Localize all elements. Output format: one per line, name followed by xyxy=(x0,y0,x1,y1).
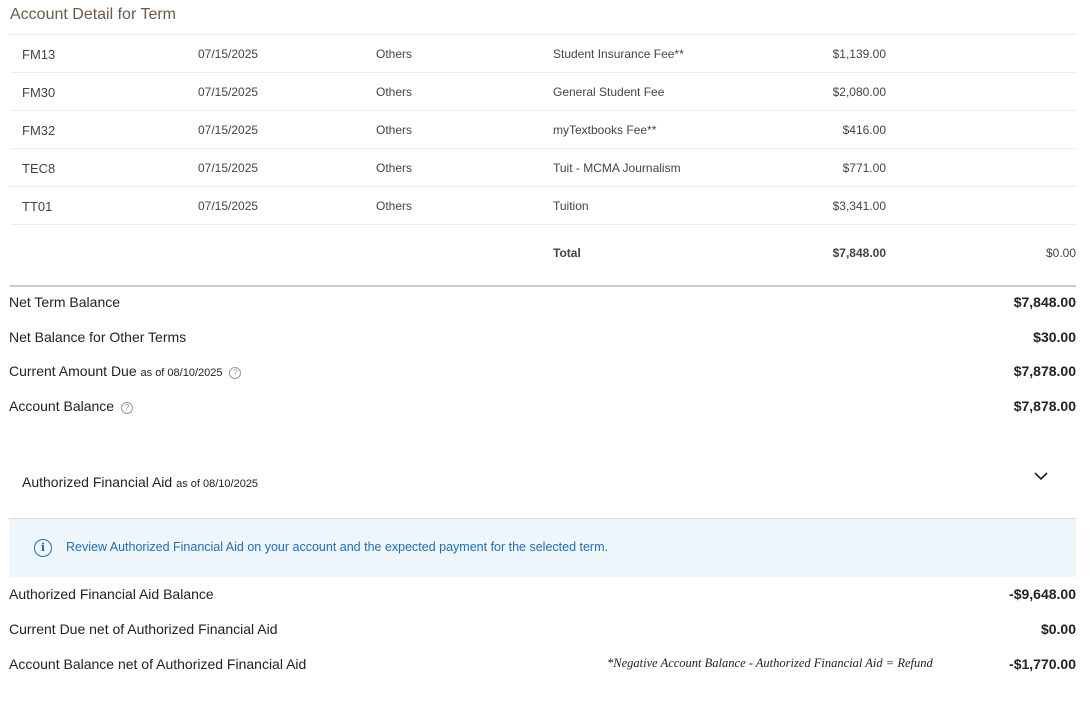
account-balance-net-value: -$1,770.00 xyxy=(1009,656,1076,672)
financial-aid-header: Authorized Financial Aid as of 08/10/202… xyxy=(22,474,258,490)
aid-balance-row: Authorized Financial Aid Balance -$9,648… xyxy=(9,584,1076,606)
refund-note: *Negative Account Balance - Authorized F… xyxy=(607,656,933,670)
account-balance-net-label: Account Balance net of Authorized Financ… xyxy=(9,656,307,672)
row-code: TEC8 xyxy=(22,161,56,176)
info-banner: i Review Authorized Financial Aid on you… xyxy=(9,519,1076,577)
row-date: 07/15/2025 xyxy=(198,161,259,175)
current-due-label: Current Amount Due xyxy=(9,363,137,379)
row-description: General Student Fee xyxy=(553,85,665,99)
row-date: 07/15/2025 xyxy=(198,85,259,99)
question-circle-icon[interactable]: ? xyxy=(120,402,133,414)
row-date: 07/15/2025 xyxy=(198,199,259,213)
row-description: Student Insurance Fee** xyxy=(553,47,684,61)
info-circle-icon: i xyxy=(34,539,52,557)
current-due-net-value: $0.00 xyxy=(1040,621,1076,637)
table-row: FM32 07/15/2025 Others myTextbooks Fee**… xyxy=(10,111,1076,149)
net-other-terms-row: Net Balance for Other Terms $30.00 xyxy=(9,327,1076,349)
row-description: Tuit - MCMA Journalism xyxy=(553,161,681,175)
account-balance-label-group: Account Balance ? xyxy=(9,398,133,414)
row-code: FM30 xyxy=(22,85,56,100)
account-balance-label: Account Balance xyxy=(9,398,115,414)
row-description: myTextbooks Fee** xyxy=(553,123,657,137)
net-term-balance-label: Net Term Balance xyxy=(9,294,121,310)
total-row: Total $7,848.00 $0.00 xyxy=(10,225,1076,287)
table-row: TT01 07/15/2025 Others Tuition $3,341.00 xyxy=(10,187,1076,225)
row-amount: $416.00 xyxy=(842,123,886,137)
financial-aid-accordion[interactable]: Authorized Financial Aid as of 08/10/202… xyxy=(9,455,1076,519)
current-due-label-group: Current Amount Due as of 08/10/2025 ? xyxy=(9,363,242,379)
row-date: 07/15/2025 xyxy=(198,47,259,61)
row-date: 07/15/2025 xyxy=(198,123,259,137)
aid-balance-label: Authorized Financial Aid Balance xyxy=(9,586,214,602)
financial-aid-header-label: Authorized Financial Aid xyxy=(22,474,173,490)
net-term-balance-value: $7,848.00 xyxy=(1013,294,1076,310)
net-other-terms-label: Net Balance for Other Terms xyxy=(9,329,187,345)
net-term-balance-row: Net Term Balance $7,848.00 xyxy=(9,292,1076,314)
total-amount: $7,848.00 xyxy=(832,246,886,260)
total-paid: $0.00 xyxy=(1045,246,1076,260)
section-title: Account Detail for Term xyxy=(10,6,176,23)
row-type: Others xyxy=(376,85,413,99)
aid-balance-value: -$9,648.00 xyxy=(1009,586,1076,602)
account-balance-value: $7,878.00 xyxy=(1013,398,1076,414)
total-label: Total xyxy=(553,246,581,260)
row-amount: $3,341.00 xyxy=(832,199,886,213)
charges-table: FM13 07/15/2025 Others Student Insurance… xyxy=(10,34,1076,287)
account-detail-page: Account Detail for Term FM13 07/15/2025 … xyxy=(0,0,1092,702)
current-due-row: Current Amount Due as of 08/10/2025 ? $7… xyxy=(9,361,1076,383)
row-amount: $771.00 xyxy=(842,161,886,175)
financial-aid-as-of: as of 08/10/2025 xyxy=(176,478,259,490)
table-row: FM13 07/15/2025 Others Student Insurance… xyxy=(10,35,1076,73)
row-type: Others xyxy=(376,123,413,137)
account-balance-row: Account Balance ? $7,878.00 xyxy=(9,396,1076,418)
current-due-net-row: Current Due net of Authorized Financial … xyxy=(9,619,1076,641)
row-type: Others xyxy=(376,47,413,61)
info-text: Review Authorized Financial Aid on your … xyxy=(66,540,608,554)
row-amount: $2,080.00 xyxy=(832,85,886,99)
row-type: Others xyxy=(376,161,413,175)
current-due-value: $7,878.00 xyxy=(1013,363,1076,379)
account-balance-net-row: Account Balance net of Authorized Financ… xyxy=(9,654,1076,676)
row-description: Tuition xyxy=(553,199,589,213)
question-circle-icon[interactable]: ? xyxy=(229,367,242,379)
current-due-as-of: as of 08/10/2025 xyxy=(140,367,223,379)
table-row: FM30 07/15/2025 Others General Student F… xyxy=(10,73,1076,111)
chevron-down-icon[interactable] xyxy=(1034,469,1048,483)
row-code: FM13 xyxy=(22,47,56,62)
row-code: FM32 xyxy=(22,123,56,138)
net-other-terms-value: $30.00 xyxy=(1033,329,1076,345)
row-code: TT01 xyxy=(22,199,53,214)
row-amount: $1,139.00 xyxy=(832,47,886,61)
current-due-net-label: Current Due net of Authorized Financial … xyxy=(9,621,278,637)
row-type: Others xyxy=(376,199,413,213)
table-row: TEC8 07/15/2025 Others Tuit - MCMA Journ… xyxy=(10,149,1076,187)
